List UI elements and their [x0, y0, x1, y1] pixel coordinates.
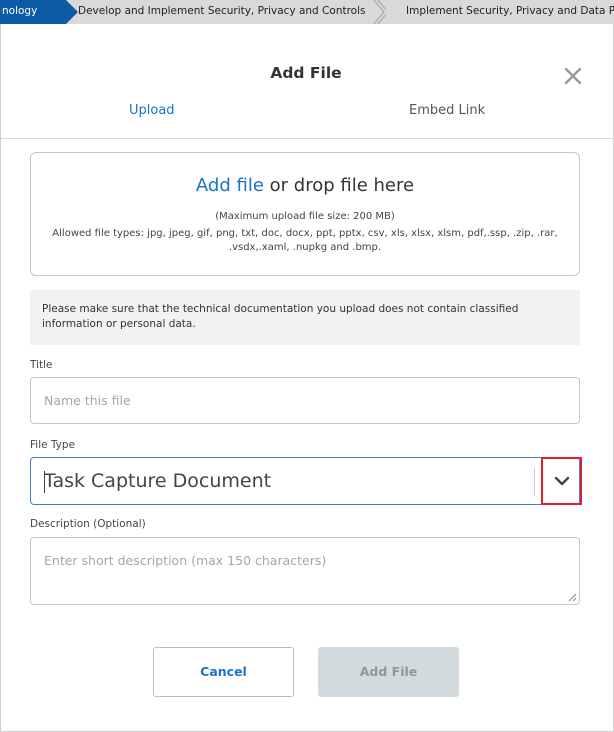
breadcrumb-item-technology[interactable]: nology — [0, 0, 78, 24]
allowed-file-types-text: Allowed file types: jpg, jpeg, gif, png,… — [52, 228, 558, 253]
description-textarea[interactable]: Enter short description (max 150 charact… — [30, 537, 580, 605]
cancel-button[interactable]: Cancel — [153, 647, 294, 697]
description-placeholder: Enter short description (max 150 charact… — [44, 553, 327, 568]
dialog-title: Add File — [270, 64, 342, 82]
classified-data-notice: Please make sure that the technical docu… — [30, 290, 580, 345]
breadcrumb-item-develop-controls[interactable]: Develop and Implement Security, Privacy … — [78, 0, 365, 24]
close-icon[interactable] — [561, 64, 585, 88]
chevron-down-icon[interactable] — [541, 457, 582, 505]
breadcrumb-separator-icon — [373, 0, 386, 24]
max-upload-size-text: (Maximum upload file size: 200 MB) — [215, 211, 395, 222]
file-type-select[interactable]: Task Capture Document — [30, 457, 582, 505]
description-label: Description (Optional) — [30, 518, 146, 530]
file-type-value: Task Capture Document — [44, 470, 272, 492]
file-dropzone[interactable]: Add file or drop file here (Maximum uplo… — [30, 152, 580, 276]
drop-file-text: or drop file here — [263, 175, 415, 196]
tab-upload[interactable]: Upload — [129, 103, 175, 118]
resize-handle-icon[interactable] — [567, 592, 577, 602]
add-file-dialog: Add File Upload Embed Link Add file or d… — [0, 24, 614, 732]
add-file-link[interactable]: Add file — [196, 175, 264, 196]
title-input[interactable] — [30, 377, 580, 424]
title-label: Title — [30, 359, 53, 371]
add-file-button[interactable]: Add File — [318, 647, 459, 697]
breadcrumb-item-implement-controls[interactable]: Implement Security, Privacy and Data P — [406, 0, 614, 24]
select-separator — [534, 468, 535, 496]
tabs-divider — [1, 138, 613, 139]
dropzone-heading: Add file or drop file here — [31, 175, 579, 196]
tab-embed-link[interactable]: Embed Link — [409, 103, 485, 118]
breadcrumb: nology Develop and Implement Security, P… — [0, 0, 614, 24]
file-type-label: File Type — [30, 439, 76, 451]
